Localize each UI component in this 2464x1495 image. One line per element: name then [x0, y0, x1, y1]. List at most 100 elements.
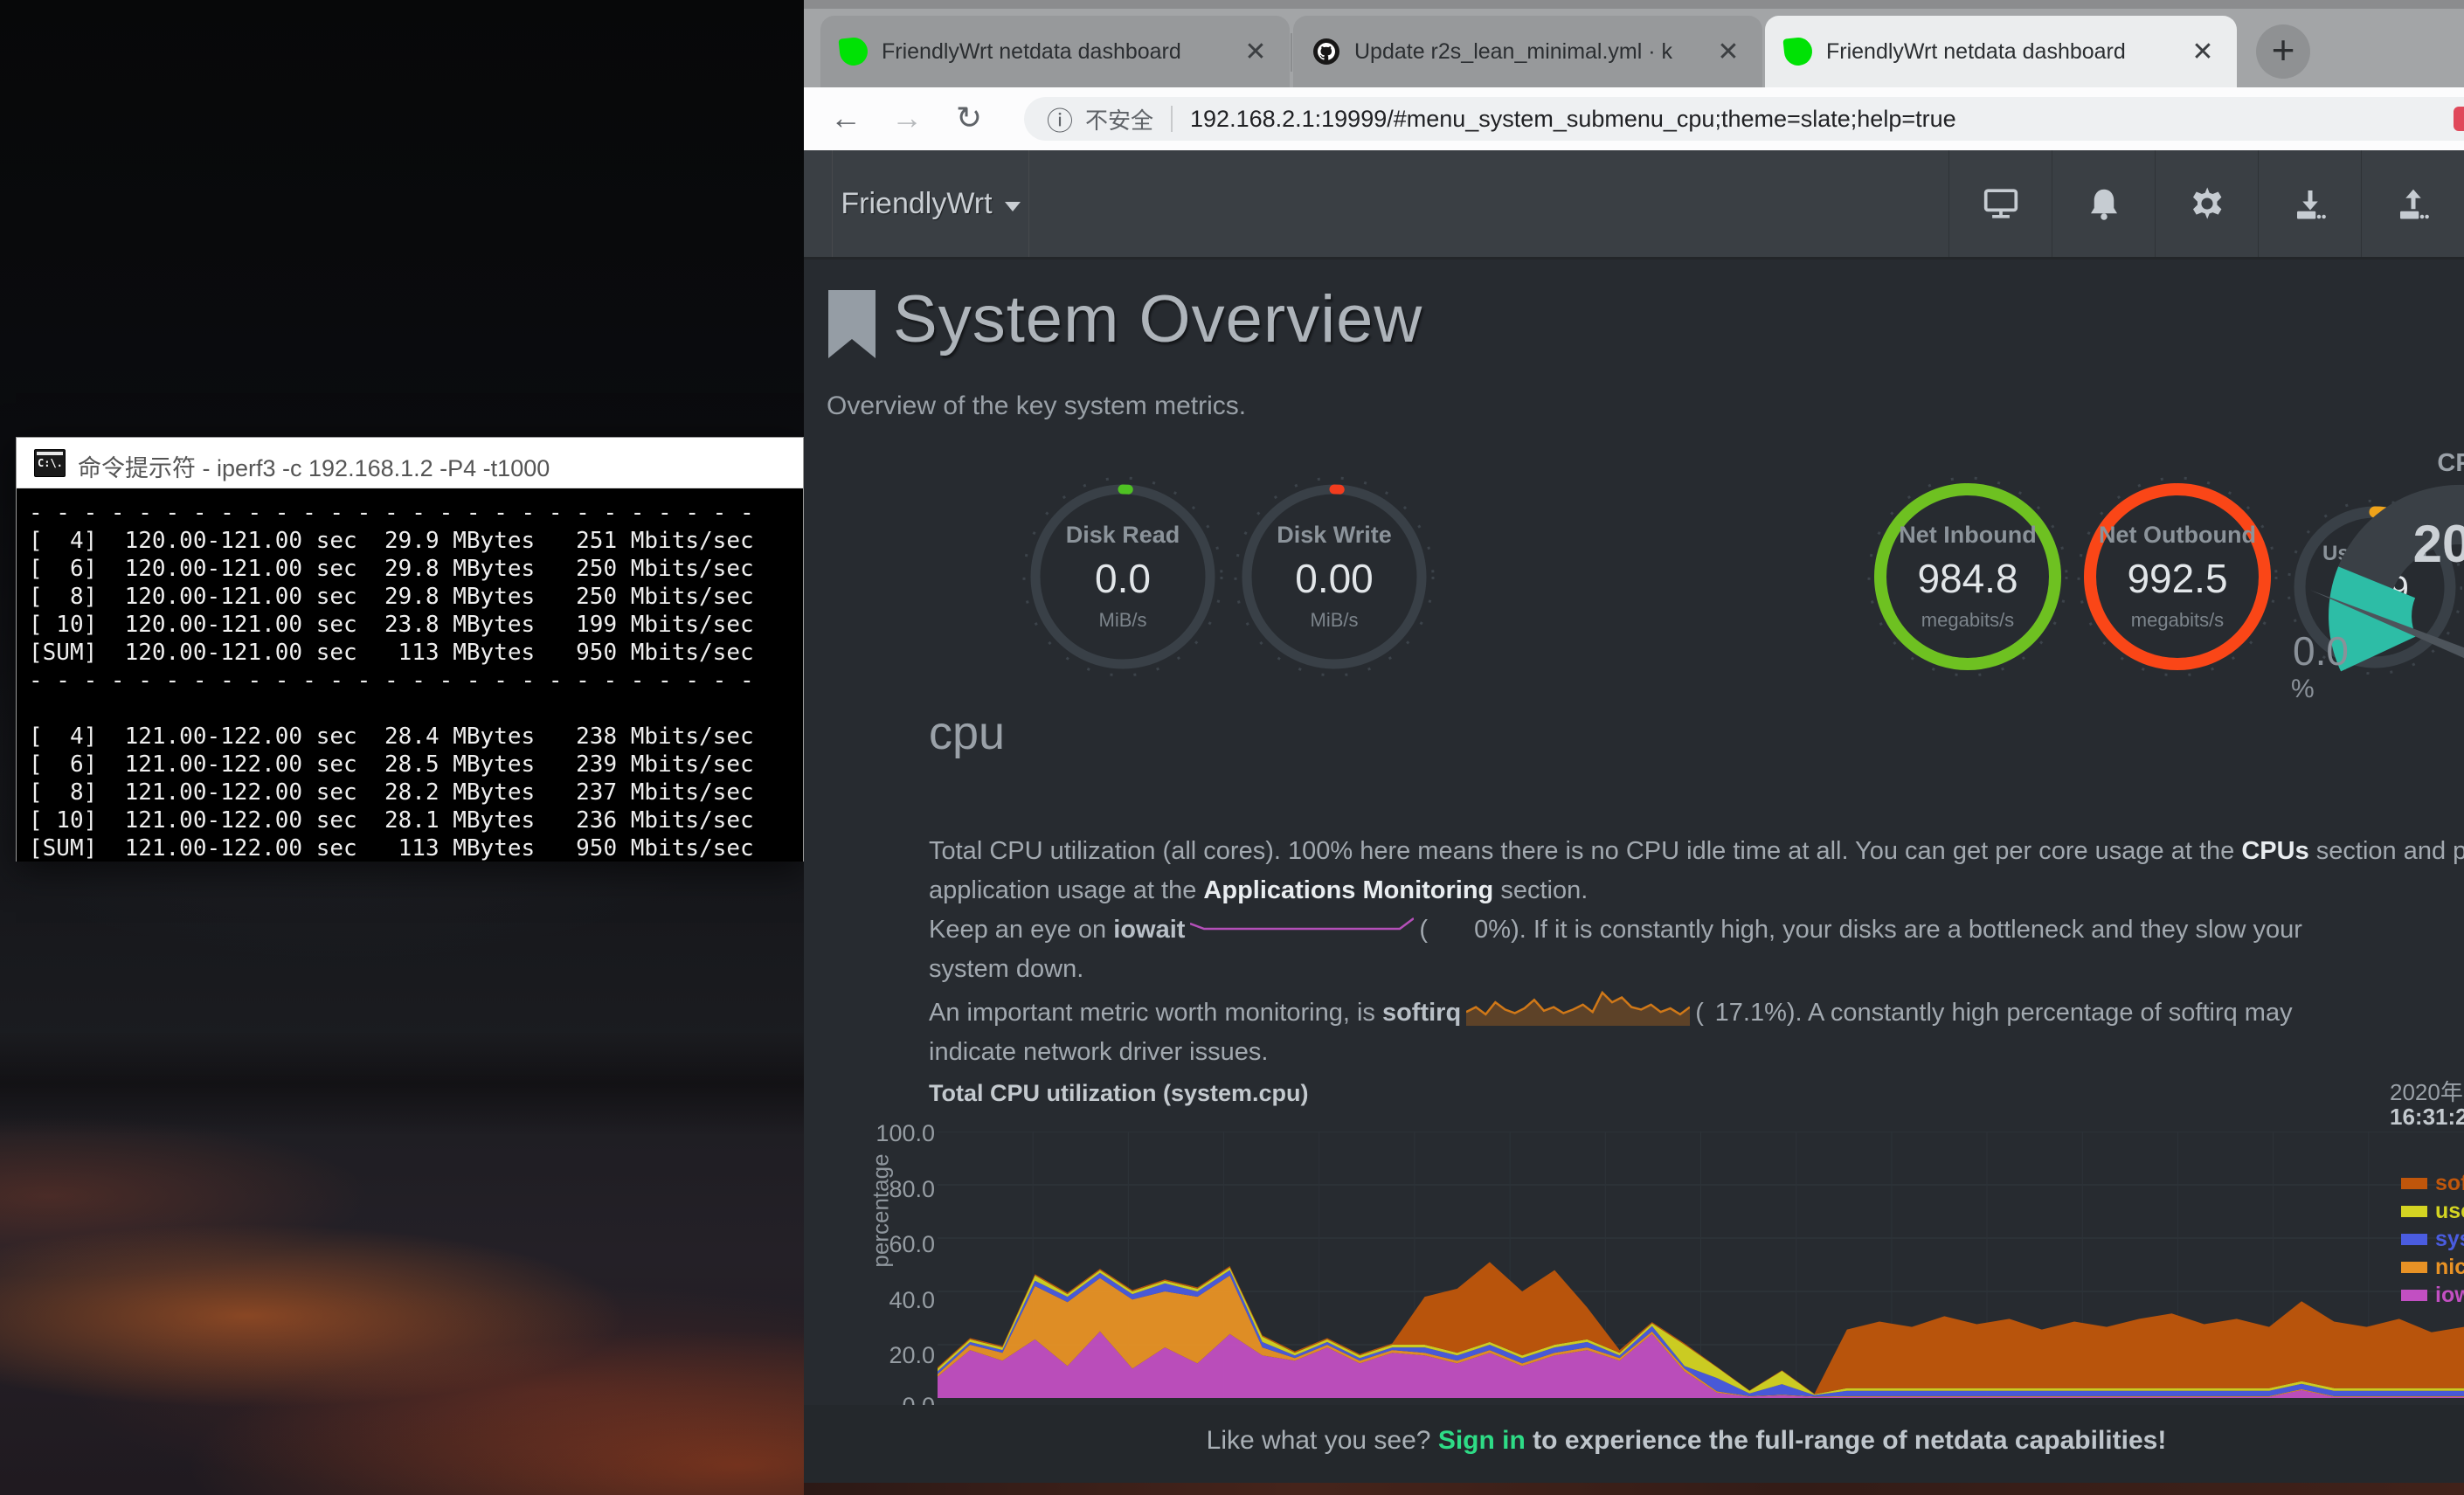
bookmark-icon: [827, 290, 877, 360]
forward-button[interactable]: →: [884, 96, 930, 142]
netdata-navbar: FriendlyWrt: [804, 150, 2464, 260]
terminal-body: - - - - - - - - - - - - - - - - - - - - …: [17, 488, 803, 862]
chart-time: 16:31:2: [2390, 1104, 2464, 1131]
description-line: Keep an eye on iowait(0%). If it is cons…: [929, 910, 2464, 950]
export-button[interactable]: [2361, 150, 2464, 257]
gauge-title: Net Outbound: [2077, 522, 2278, 549]
tab-github[interactable]: Update r2s_lean_minimal.yml · k ✕: [1293, 16, 1762, 87]
gauge-unit: megabits/s: [2077, 609, 2278, 632]
softirq-sparkline: [1466, 989, 1690, 1028]
y-tick: 80.0: [839, 1176, 935, 1203]
gauge-unit: MiB/s: [1234, 609, 1435, 632]
divider: [1171, 106, 1173, 132]
y-tick: 40.0: [839, 1287, 935, 1314]
legend-label: iow: [2435, 1283, 2464, 1308]
signin-bar: Like what you see? Sign in to experience…: [804, 1405, 2464, 1495]
gauge-min: 0.0: [2293, 627, 2349, 675]
iowait-sparkline: [1190, 915, 1414, 938]
url-text[interactable]: 192.168.2.1:19999/#menu_system_submenu_c…: [1190, 106, 1956, 133]
legend-swatch: [2401, 1290, 2427, 1301]
new-tab-button[interactable]: +: [2256, 24, 2310, 79]
tab-title: FriendlyWrt netdata dashboard: [1826, 39, 2176, 65]
gauge-net-inbound[interactable]: Net Inbound 984.8 megabits/s: [1867, 476, 2068, 677]
tab-close-icon[interactable]: ✕: [1713, 37, 1743, 67]
legend-item-system[interactable]: sys: [2401, 1225, 2464, 1253]
legend-label: soft: [2435, 1171, 2464, 1196]
chevron-down-icon: [1005, 202, 1021, 211]
terminal-window[interactable]: 命令提示符 - iperf3 -c 192.168.1.2 -P4 -t1000…: [16, 437, 804, 862]
gauge-disk-write[interactable]: Disk Write 0.00 MiB/s: [1234, 476, 1435, 677]
netdata-icon: [1782, 36, 1813, 66]
settings-button[interactable]: [2155, 150, 2258, 257]
brand-label: FriendlyWrt: [841, 187, 992, 221]
browser-toolbar: ← → ↻ ⓘ 不安全 192.168.2.1:19999/#menu_syst…: [804, 87, 2464, 150]
legend-item-softirq[interactable]: soft: [2401, 1169, 2464, 1197]
github-icon: [1312, 38, 1340, 66]
display-settings-button[interactable]: [1948, 150, 2052, 257]
gauge-value: 984.8: [1867, 555, 2068, 602]
gauge-unit: megabits/s: [1867, 609, 2068, 632]
url-bar[interactable]: ⓘ 不安全 192.168.2.1:19999/#menu_system_sub…: [1024, 97, 2464, 141]
tab-close-icon[interactable]: ✕: [2188, 37, 2218, 67]
brand-dropdown[interactable]: FriendlyWrt: [832, 150, 1029, 257]
legend-item-nice[interactable]: nice: [2401, 1253, 2464, 1281]
stacked-area-chart: [938, 1132, 2464, 1398]
description-line: indicate network driver issues.: [929, 1033, 2464, 1072]
cpu-utilization-chart[interactable]: [938, 1132, 2464, 1398]
legend-item-user[interactable]: use: [2401, 1197, 2464, 1225]
chart-legend: soft use sys nice iow: [2401, 1169, 2464, 1309]
netdata-icon: [838, 36, 869, 66]
tab-title: FriendlyWrt netdata dashboard: [882, 39, 1229, 65]
gauge-title: CPU: [2289, 449, 2464, 478]
gauge-disk-read[interactable]: Disk Read 0.0 MiB/s: [1022, 476, 1223, 677]
chart-date: 2020年3: [2390, 1075, 2464, 1107]
page-subtitle: Overview of the key system metrics.: [827, 391, 1246, 421]
bell-icon: [2087, 186, 2121, 221]
gauge-net-outbound[interactable]: Net Outbound 992.5 megabits/s: [2077, 476, 2278, 677]
chart-title: Total CPU utilization (system.cpu): [929, 1080, 1309, 1107]
gauge-value: 0.0: [1022, 555, 1223, 602]
gauge-unit: %: [2291, 675, 2315, 704]
security-label[interactable]: 不安全: [1085, 103, 1153, 135]
gauge-title: Disk Read: [1022, 522, 1223, 549]
gauge-cpu[interactable]: CPU 20.5 0.0 100.0 %: [2289, 446, 2464, 716]
alarms-button[interactable]: [2052, 150, 2155, 257]
cloud-band: [0, 1031, 804, 1136]
legend-swatch: [2401, 1206, 2427, 1217]
gauge-unit: MiB/s: [1022, 609, 1223, 632]
signin-text: Like what you see? Sign in to experience…: [804, 1426, 2464, 1456]
tab-netdata-2-active[interactable]: FriendlyWrt netdata dashboard ✕: [1765, 16, 2237, 87]
back-button[interactable]: ←: [823, 96, 869, 142]
applications-monitoring-link[interactable]: Applications Monitoring: [1203, 876, 1493, 904]
tab-strip: FriendlyWrt netdata dashboard ✕ Update r…: [804, 9, 2464, 87]
legend-label: use: [2435, 1199, 2464, 1224]
description-line: An important metric worth monitoring, is…: [929, 989, 2464, 1033]
tab-separator: [1291, 33, 1292, 72]
sign-in-link[interactable]: Sign in: [1438, 1426, 1526, 1455]
extension-icon[interactable]: [2454, 107, 2464, 131]
legend-swatch: [2401, 1234, 2427, 1245]
description-line: system down.: [929, 950, 2464, 989]
legend-item-iowait[interactable]: iow: [2401, 1281, 2464, 1309]
tab-close-icon[interactable]: ✕: [1241, 37, 1270, 67]
legend-swatch: [2401, 1178, 2427, 1189]
y-tick: 100.0: [839, 1120, 935, 1147]
cpus-link[interactable]: CPUs: [2241, 837, 2308, 865]
reload-button[interactable]: ↻: [946, 96, 992, 142]
download-icon: [2293, 186, 2328, 221]
legend-label: nice: [2435, 1255, 2464, 1280]
gauge-value: 20.5: [2289, 514, 2464, 574]
tab-title: Update r2s_lean_minimal.yml · k: [1354, 39, 1701, 65]
terminal-title: 命令提示符 - iperf3 -c 192.168.1.2 -P4 -t1000: [78, 449, 550, 483]
y-tick: 20.0: [839, 1342, 935, 1369]
terminal-titlebar[interactable]: 命令提示符 - iperf3 -c 192.168.1.2 -P4 -t1000: [17, 438, 803, 488]
tab-netdata-1[interactable]: FriendlyWrt netdata dashboard ✕: [820, 16, 1290, 87]
gauge-title: Net Inbound: [1867, 522, 2068, 549]
next-chart-strip: [804, 1483, 2464, 1495]
browser-window: FriendlyWrt netdata dashboard ✕ Update r…: [804, 0, 2464, 1495]
import-button[interactable]: [2258, 150, 2361, 257]
legend-label: sys: [2435, 1227, 2464, 1252]
legend-swatch: [2401, 1262, 2427, 1273]
info-icon[interactable]: ⓘ: [1047, 100, 1073, 138]
cpu-gauge-arc: [2289, 446, 2464, 716]
